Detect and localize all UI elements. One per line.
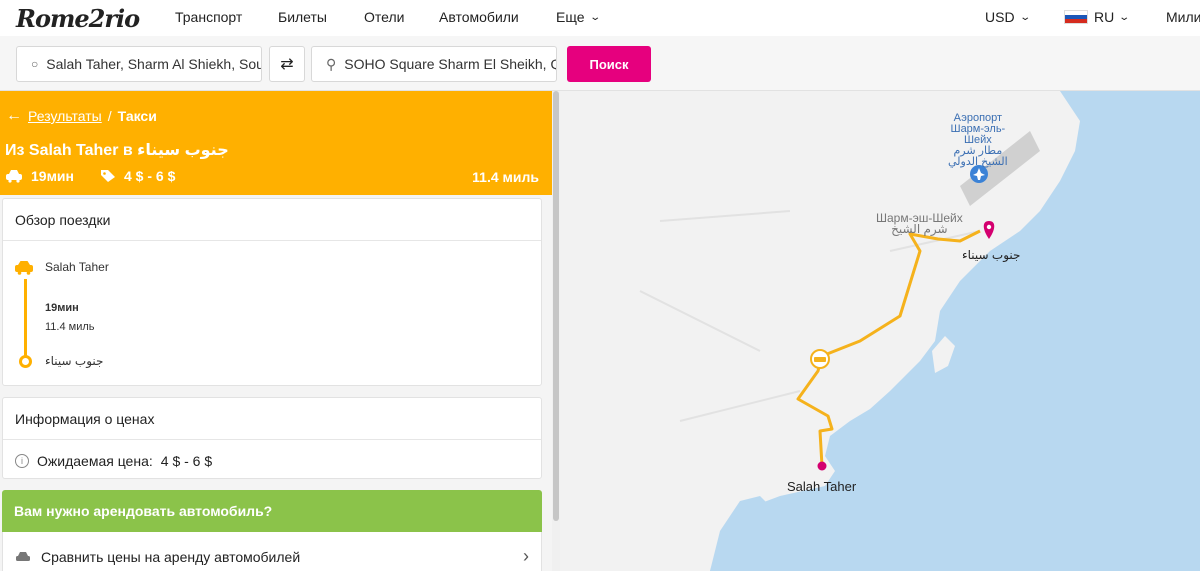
expected-price-row: i Ожидаемая цена: 4 $ - 6 $ — [15, 453, 212, 469]
currency-selector[interactable]: USD ⌄ — [985, 9, 1031, 25]
trip-overview-card: Обзор поездки Salah Taher 19мин 11.4 мил… — [2, 198, 542, 386]
nav-transport-label: Транспорт — [175, 9, 243, 25]
route-summary: 19мин 4 $ - 6 $ — [5, 168, 175, 184]
search-bar: ○ Salah Taher, Sharm Al Shiekh, South Si… — [0, 36, 1200, 91]
airport-label: Аэропорт Шарм-эль- Шейх مطار شرم الشيخ ا… — [948, 113, 1008, 168]
location-pin-icon: ⚲ — [326, 55, 337, 72]
destination-pin-icon[interactable] — [983, 221, 995, 239]
swap-button[interactable]: ⇄ — [269, 46, 305, 82]
nav-more[interactable]: Еще ⌄ — [556, 9, 601, 25]
origin-circle-icon: ○ — [31, 57, 39, 71]
currency-label: USD — [985, 9, 1015, 25]
search-button[interactable]: Поиск — [567, 46, 651, 82]
expected-price-label: Ожидаемая цена: — [37, 453, 153, 469]
nav-hotels[interactable]: Отели — [364, 9, 404, 25]
price-info-card: Информация о ценах i Ожидаемая цена: 4 $… — [2, 397, 542, 479]
breadcrumb-current: Такси — [117, 108, 157, 124]
nav-cars[interactable]: Автомобили — [439, 9, 519, 25]
price-info-title: Информация о ценах — [3, 398, 541, 440]
city-label-ar: شرم الشيخ — [891, 222, 948, 236]
russia-flag-icon — [1064, 10, 1088, 24]
route-title: Из Salah Taher в جنوب سيناء — [5, 142, 229, 159]
destination-pin-dot — [986, 224, 992, 230]
airport-label-ar-2: الشيخ الدولي — [948, 156, 1008, 168]
chevron-down-icon: ⌄ — [588, 11, 601, 23]
chevron-down-icon: ⌄ — [1118, 11, 1131, 23]
timeline-end-dot — [19, 355, 32, 368]
timeline-distance: 11.4 миль — [45, 321, 95, 333]
nav-more-label: Еще — [556, 9, 585, 25]
language-label: RU — [1094, 9, 1115, 25]
header-price: 4 $ - 6 $ — [124, 168, 176, 184]
taxi-icon — [6, 170, 22, 183]
timeline-start: Salah Taher — [45, 260, 109, 274]
car-rental-title: Вам нужно арендовать автомобиль? — [2, 490, 542, 532]
nav-hotels-label: Отели — [364, 9, 405, 25]
origin-marker[interactable] — [817, 461, 827, 471]
nav-cars-label: Автомобили — [439, 9, 519, 25]
timeline-duration: 19мин — [45, 302, 79, 314]
nav-transport[interactable]: Транспорт — [175, 9, 242, 25]
destination-label: جنوب سيناء — [962, 248, 1021, 262]
nav-tickets[interactable]: Билеты — [278, 9, 327, 25]
from-input[interactable]: ○ Salah Taher, Sharm Al Shiekh, South Si… — [16, 46, 262, 82]
nav-trips[interactable]: Мили — [1166, 9, 1200, 25]
timeline-line — [24, 279, 27, 357]
breadcrumb: ← Результаты / Такси — [6, 107, 157, 125]
taxi-marker-icon — [814, 357, 826, 362]
results-panel: ← Результаты / Такси Из Salah Taher в جن… — [0, 91, 560, 571]
language-selector[interactable]: RU ⌄ — [1064, 9, 1131, 25]
price-tag-icon — [101, 170, 115, 182]
route-header: ← Результаты / Такси Из Salah Taher в جن… — [0, 91, 552, 195]
taxi-icon — [15, 261, 33, 275]
expected-price-value: 4 $ - 6 $ — [160, 453, 213, 469]
header-distance: 11.4 миль — [472, 169, 539, 185]
car-rental-card: Вам нужно арендовать автомобиль? Сравнит… — [2, 490, 542, 571]
to-input[interactable]: ⚲ SOHO Square Sharm El Sheikh, Qesm Shar… — [311, 46, 557, 82]
scrollbar-thumb[interactable] — [553, 91, 559, 521]
city-label: Шарм-эш-Шейх شرم الشيخ — [876, 212, 963, 236]
chevron-right-icon: › — [523, 546, 529, 566]
car-icon — [16, 551, 30, 561]
compare-rental-link[interactable]: Сравнить цены на аренду автомобилей › — [2, 532, 542, 571]
top-navigation: Rome2rio Транспорт Билеты Отели Автомоби… — [0, 0, 1200, 36]
origin-label: Salah Taher — [787, 479, 857, 494]
results-link[interactable]: Результаты — [28, 108, 102, 124]
breadcrumb-separator: / — [107, 108, 112, 124]
from-input-value: Salah Taher, Sharm Al Shiekh, South Sina… — [46, 56, 261, 72]
chevron-down-icon: ⌄ — [1018, 11, 1031, 23]
nav-tickets-label: Билеты — [278, 9, 327, 25]
map-canvas — [639, 91, 1200, 571]
map-view[interactable]: Аэропорт Шарм-эль- Шейх مطار شرم الشيخ ا… — [560, 91, 1200, 571]
timeline-end: جنوب سيناء — [45, 354, 104, 368]
trip-overview-title: Обзор поездки — [3, 199, 541, 241]
swap-arrows-icon: ⇄ — [280, 56, 294, 73]
compare-rental-label: Сравнить цены на аренду автомобилей — [41, 548, 301, 565]
header-duration: 19мин — [31, 168, 74, 184]
back-arrow-icon[interactable]: ← — [6, 107, 22, 125]
to-input-value: SOHO Square Sharm El Sheikh, Qesm Sharm — [344, 56, 556, 72]
rome2rio-logo[interactable]: Rome2rio — [16, 4, 140, 33]
nav-trips-label: Мили — [1166, 9, 1200, 25]
info-icon: i — [15, 454, 29, 468]
